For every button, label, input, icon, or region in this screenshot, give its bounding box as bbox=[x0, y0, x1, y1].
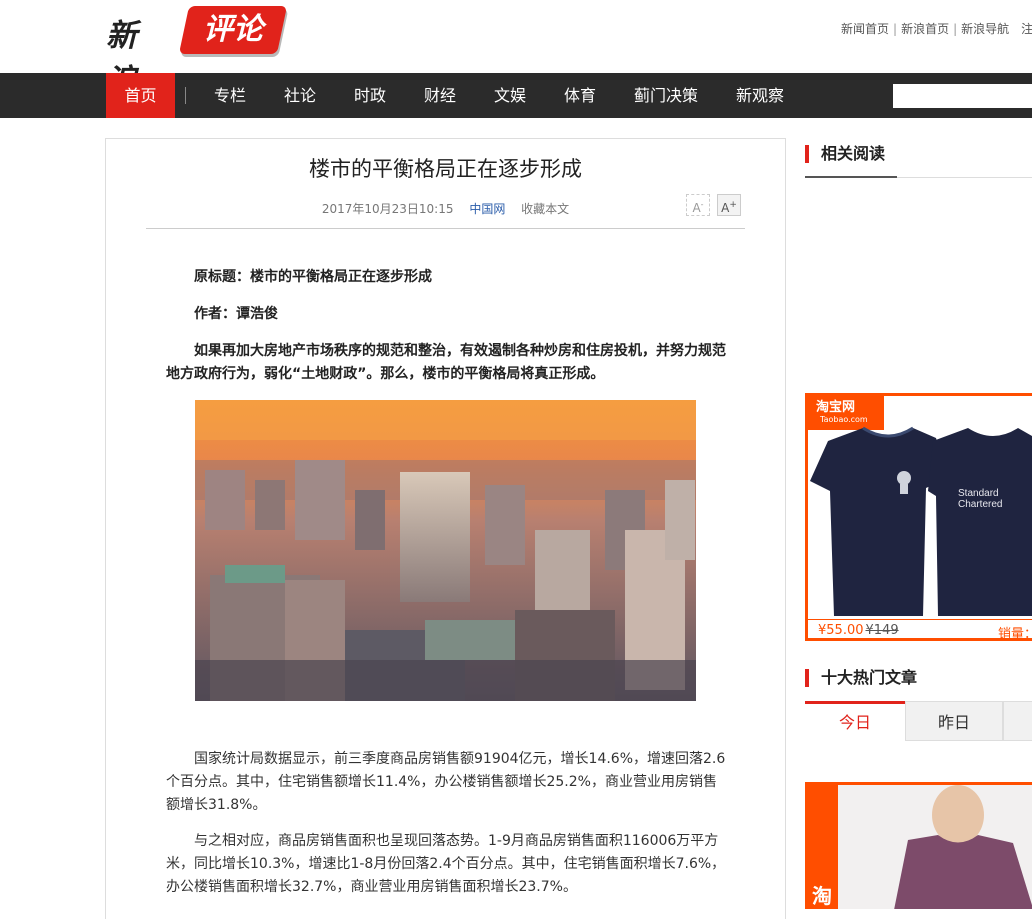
nav-item-politics[interactable]: 时政 bbox=[340, 73, 400, 118]
nav-item-editorial[interactable]: 社论 bbox=[270, 73, 330, 118]
article-meta: 2017年10月23日10:15 中国网 收藏本文 bbox=[106, 200, 785, 217]
nav-item-sports[interactable]: 体育 bbox=[550, 73, 610, 118]
related-reading-title: 相关阅读 bbox=[805, 145, 885, 163]
link-news-home[interactable]: 新闻首页 bbox=[841, 22, 889, 36]
tab-more[interactable] bbox=[1003, 701, 1032, 741]
search-input[interactable] bbox=[893, 84, 1032, 108]
tshirt-image: Standard Chartered bbox=[810, 426, 1032, 616]
meta-divider bbox=[146, 228, 745, 229]
shirt-text-standard: Standard bbox=[958, 488, 999, 499]
logo-badge-comment: 评论 bbox=[178, 6, 288, 54]
font-smaller-button[interactable]: A- bbox=[686, 194, 710, 216]
article-photo bbox=[195, 400, 696, 701]
top-links: 新闻首页 | 新浪首页 | 新浪导航注 bbox=[841, 22, 1032, 36]
ad-old-price: ¥149 bbox=[865, 623, 899, 638]
article-lead: 如果再加大房地产市场秩序的规范和整治，有效遏制各种炒房和住房投机，并努力规范地方… bbox=[166, 343, 726, 382]
paragraph-2: 与之相对应，商品房销售面积也呈现回落态势。1-9月商品房销售面积116006万平… bbox=[166, 833, 726, 895]
taobao-ad-2[interactable]: 淘宝 bbox=[805, 782, 1032, 909]
link-register[interactable]: 注 bbox=[1021, 22, 1032, 36]
link-sina-nav[interactable]: 新浪导航 bbox=[961, 22, 1009, 36]
shirt-text-chartered: Chartered bbox=[958, 499, 1002, 510]
taobao-side-badge: 淘宝 bbox=[808, 785, 838, 909]
tab-yesterday[interactable]: 昨日 bbox=[905, 701, 1003, 741]
nav-item-column[interactable]: 专栏 bbox=[200, 73, 260, 118]
author-line: 作者：谭浩俊 bbox=[194, 306, 278, 322]
link-sina-home[interactable]: 新浪首页 bbox=[901, 22, 949, 36]
article-title: 楼市的平衡格局正在逐步形成 bbox=[309, 157, 582, 181]
ad-price: ¥55.00 ¥149 bbox=[818, 623, 899, 638]
hot-tabs: 今日 昨日 bbox=[805, 701, 1032, 742]
article-source-link[interactable]: 中国网 bbox=[469, 202, 505, 216]
collect-link[interactable]: 收藏本文 bbox=[521, 202, 569, 216]
nav-separator bbox=[185, 87, 186, 104]
article-date: 2017年10月23日10:15 bbox=[321, 202, 454, 216]
nav-item-jimen[interactable]: 蓟门决策 bbox=[626, 73, 706, 118]
related-underline bbox=[805, 176, 1032, 178]
original-title: 原标题：楼市的平衡格局正在逐步形成 bbox=[194, 269, 432, 285]
nav-item-finance[interactable]: 财经 bbox=[410, 73, 470, 118]
ad-sales: 销量： bbox=[998, 627, 1032, 641]
font-larger-button[interactable]: A+ bbox=[717, 194, 741, 216]
hot-articles-title: 十大热门文章 bbox=[805, 669, 917, 687]
article-panel: 楼市的平衡格局正在逐步形成 2017年10月23日10:15 中国网 收藏本文 … bbox=[105, 138, 786, 919]
taobao-ad[interactable]: 淘宝网 Taobao.com Standard Chartered ¥55.00… bbox=[805, 393, 1032, 641]
paragraph-1: 国家统计局数据显示，前三季度商品房销售额91904亿元，增长14.6%，增速回落… bbox=[166, 751, 726, 813]
nav-item-home[interactable]: 首页 bbox=[106, 73, 175, 118]
nav-item-entertainment[interactable]: 文娱 bbox=[480, 73, 540, 118]
man-tshirt-image bbox=[838, 785, 1032, 909]
main-nav: 首页 专栏 社论 时政 财经 文娱 体育 蓟门决策 新观察 bbox=[0, 73, 1032, 118]
city-skyline-image bbox=[195, 400, 696, 701]
tab-today[interactable]: 今日 bbox=[805, 701, 905, 741]
nav-item-observation[interactable]: 新观察 bbox=[726, 73, 794, 118]
